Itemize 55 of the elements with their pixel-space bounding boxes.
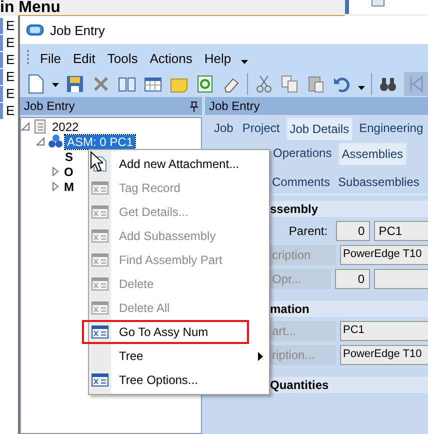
submenu-arrow-icon xyxy=(258,352,263,360)
form-icon xyxy=(91,372,109,388)
node-label[interactable]: O xyxy=(62,164,76,178)
input-field[interactable]: PC1 xyxy=(374,221,428,241)
menu-item[interactable]: Edit xyxy=(70,48,98,68)
menu-item[interactable]: Help xyxy=(202,48,234,68)
menu-item[interactable]: Actions xyxy=(148,48,194,68)
new-document-icon[interactable] xyxy=(26,74,46,94)
copy-icon[interactable] xyxy=(280,74,300,94)
form-icon xyxy=(91,204,109,220)
tab[interactable]: Subassemblies xyxy=(335,171,422,194)
expanded-triangle-icon[interactable] xyxy=(36,137,45,146)
menu-item[interactable]: Tree xyxy=(89,344,269,368)
pane-title: Job Entry xyxy=(24,99,75,113)
cut-icon[interactable] xyxy=(254,74,274,94)
menu-item[interactable]: Tools xyxy=(105,48,140,68)
node-label[interactable]: ASM: 0 PC1 xyxy=(65,134,136,148)
tab[interactable]: Project xyxy=(239,117,283,140)
form-icon xyxy=(91,252,109,268)
form-icon xyxy=(91,180,109,196)
tab[interactable]: Comments xyxy=(269,171,334,194)
menu-item[interactable]: File xyxy=(38,48,63,68)
input-field[interactable]: 0 xyxy=(335,269,370,289)
molecule-icon xyxy=(47,134,63,149)
tab[interactable]: Operations xyxy=(270,142,335,165)
node-label[interactable]: M xyxy=(62,180,76,194)
grip-icon xyxy=(26,49,30,67)
save-icon[interactable] xyxy=(65,74,85,94)
form-icon xyxy=(91,324,109,340)
form-icon xyxy=(91,228,109,244)
expanded-triangle-icon[interactable] xyxy=(21,122,30,131)
paste-icon[interactable] xyxy=(306,74,326,94)
collapsed-triangle-icon[interactable] xyxy=(51,167,60,176)
pin-icon[interactable] xyxy=(190,100,198,112)
input-field[interactable]: PowerEdge T10 xyxy=(340,245,428,265)
window-title: in Menu xyxy=(0,0,60,15)
tab[interactable]: Job xyxy=(211,117,236,140)
input-field[interactable]: PC1 xyxy=(340,321,428,341)
tab[interactable]: Job Details xyxy=(286,117,354,140)
form-icon xyxy=(91,300,109,316)
form-icon xyxy=(91,276,109,292)
document-icon xyxy=(32,119,48,134)
tab[interactable]: Engineering xyxy=(356,117,426,140)
tab[interactable]: Assemblies xyxy=(338,142,408,165)
input-field[interactable] xyxy=(374,269,428,289)
pane-title: Job Entry xyxy=(209,99,260,113)
collapsed-triangle-icon[interactable] xyxy=(51,182,60,191)
input-field[interactable]: 0 xyxy=(336,221,370,241)
window-title: Job Entry xyxy=(50,22,105,38)
node-label[interactable]: 2022 xyxy=(50,120,81,134)
app-icon xyxy=(26,23,44,37)
field-label: Parent: xyxy=(288,223,329,240)
menu-item[interactable]: Go To Assy Num xyxy=(89,320,269,344)
input-field[interactable]: PowerEdge T10 xyxy=(340,345,428,365)
node-label[interactable]: S xyxy=(63,150,76,164)
